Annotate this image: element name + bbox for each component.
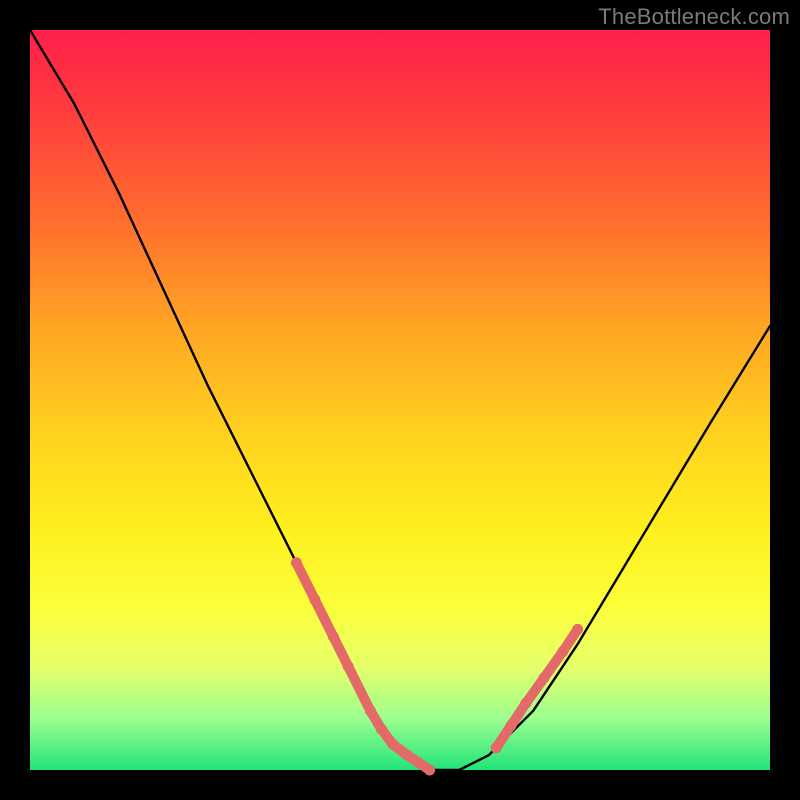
marker-dot bbox=[413, 757, 424, 768]
marker-dot bbox=[424, 765, 435, 776]
marker-segment-left bbox=[291, 557, 435, 775]
marker-dot bbox=[387, 739, 398, 750]
marker-dash bbox=[348, 666, 370, 710]
marker-dot bbox=[572, 624, 583, 635]
chart-svg bbox=[30, 30, 770, 770]
marker-dot bbox=[328, 631, 339, 642]
plot-area bbox=[30, 30, 770, 770]
marker-dash bbox=[296, 563, 315, 600]
bottleneck-curve bbox=[30, 30, 770, 770]
marker-dash bbox=[315, 600, 334, 637]
marker-dot bbox=[365, 705, 376, 716]
marker-dot bbox=[491, 742, 502, 753]
marker-dot bbox=[402, 750, 413, 761]
marker-dot bbox=[343, 661, 354, 672]
marker-dot bbox=[557, 646, 568, 657]
attribution-text: TheBottleneck.com bbox=[598, 4, 790, 30]
marker-dot bbox=[506, 720, 517, 731]
marker-dot bbox=[539, 672, 550, 683]
chart-frame: TheBottleneck.com bbox=[0, 0, 800, 800]
marker-dot bbox=[309, 594, 320, 605]
marker-dot bbox=[291, 557, 302, 568]
marker-segment-right bbox=[491, 624, 583, 753]
marker-dot bbox=[520, 698, 531, 709]
marker-dot bbox=[376, 724, 387, 735]
